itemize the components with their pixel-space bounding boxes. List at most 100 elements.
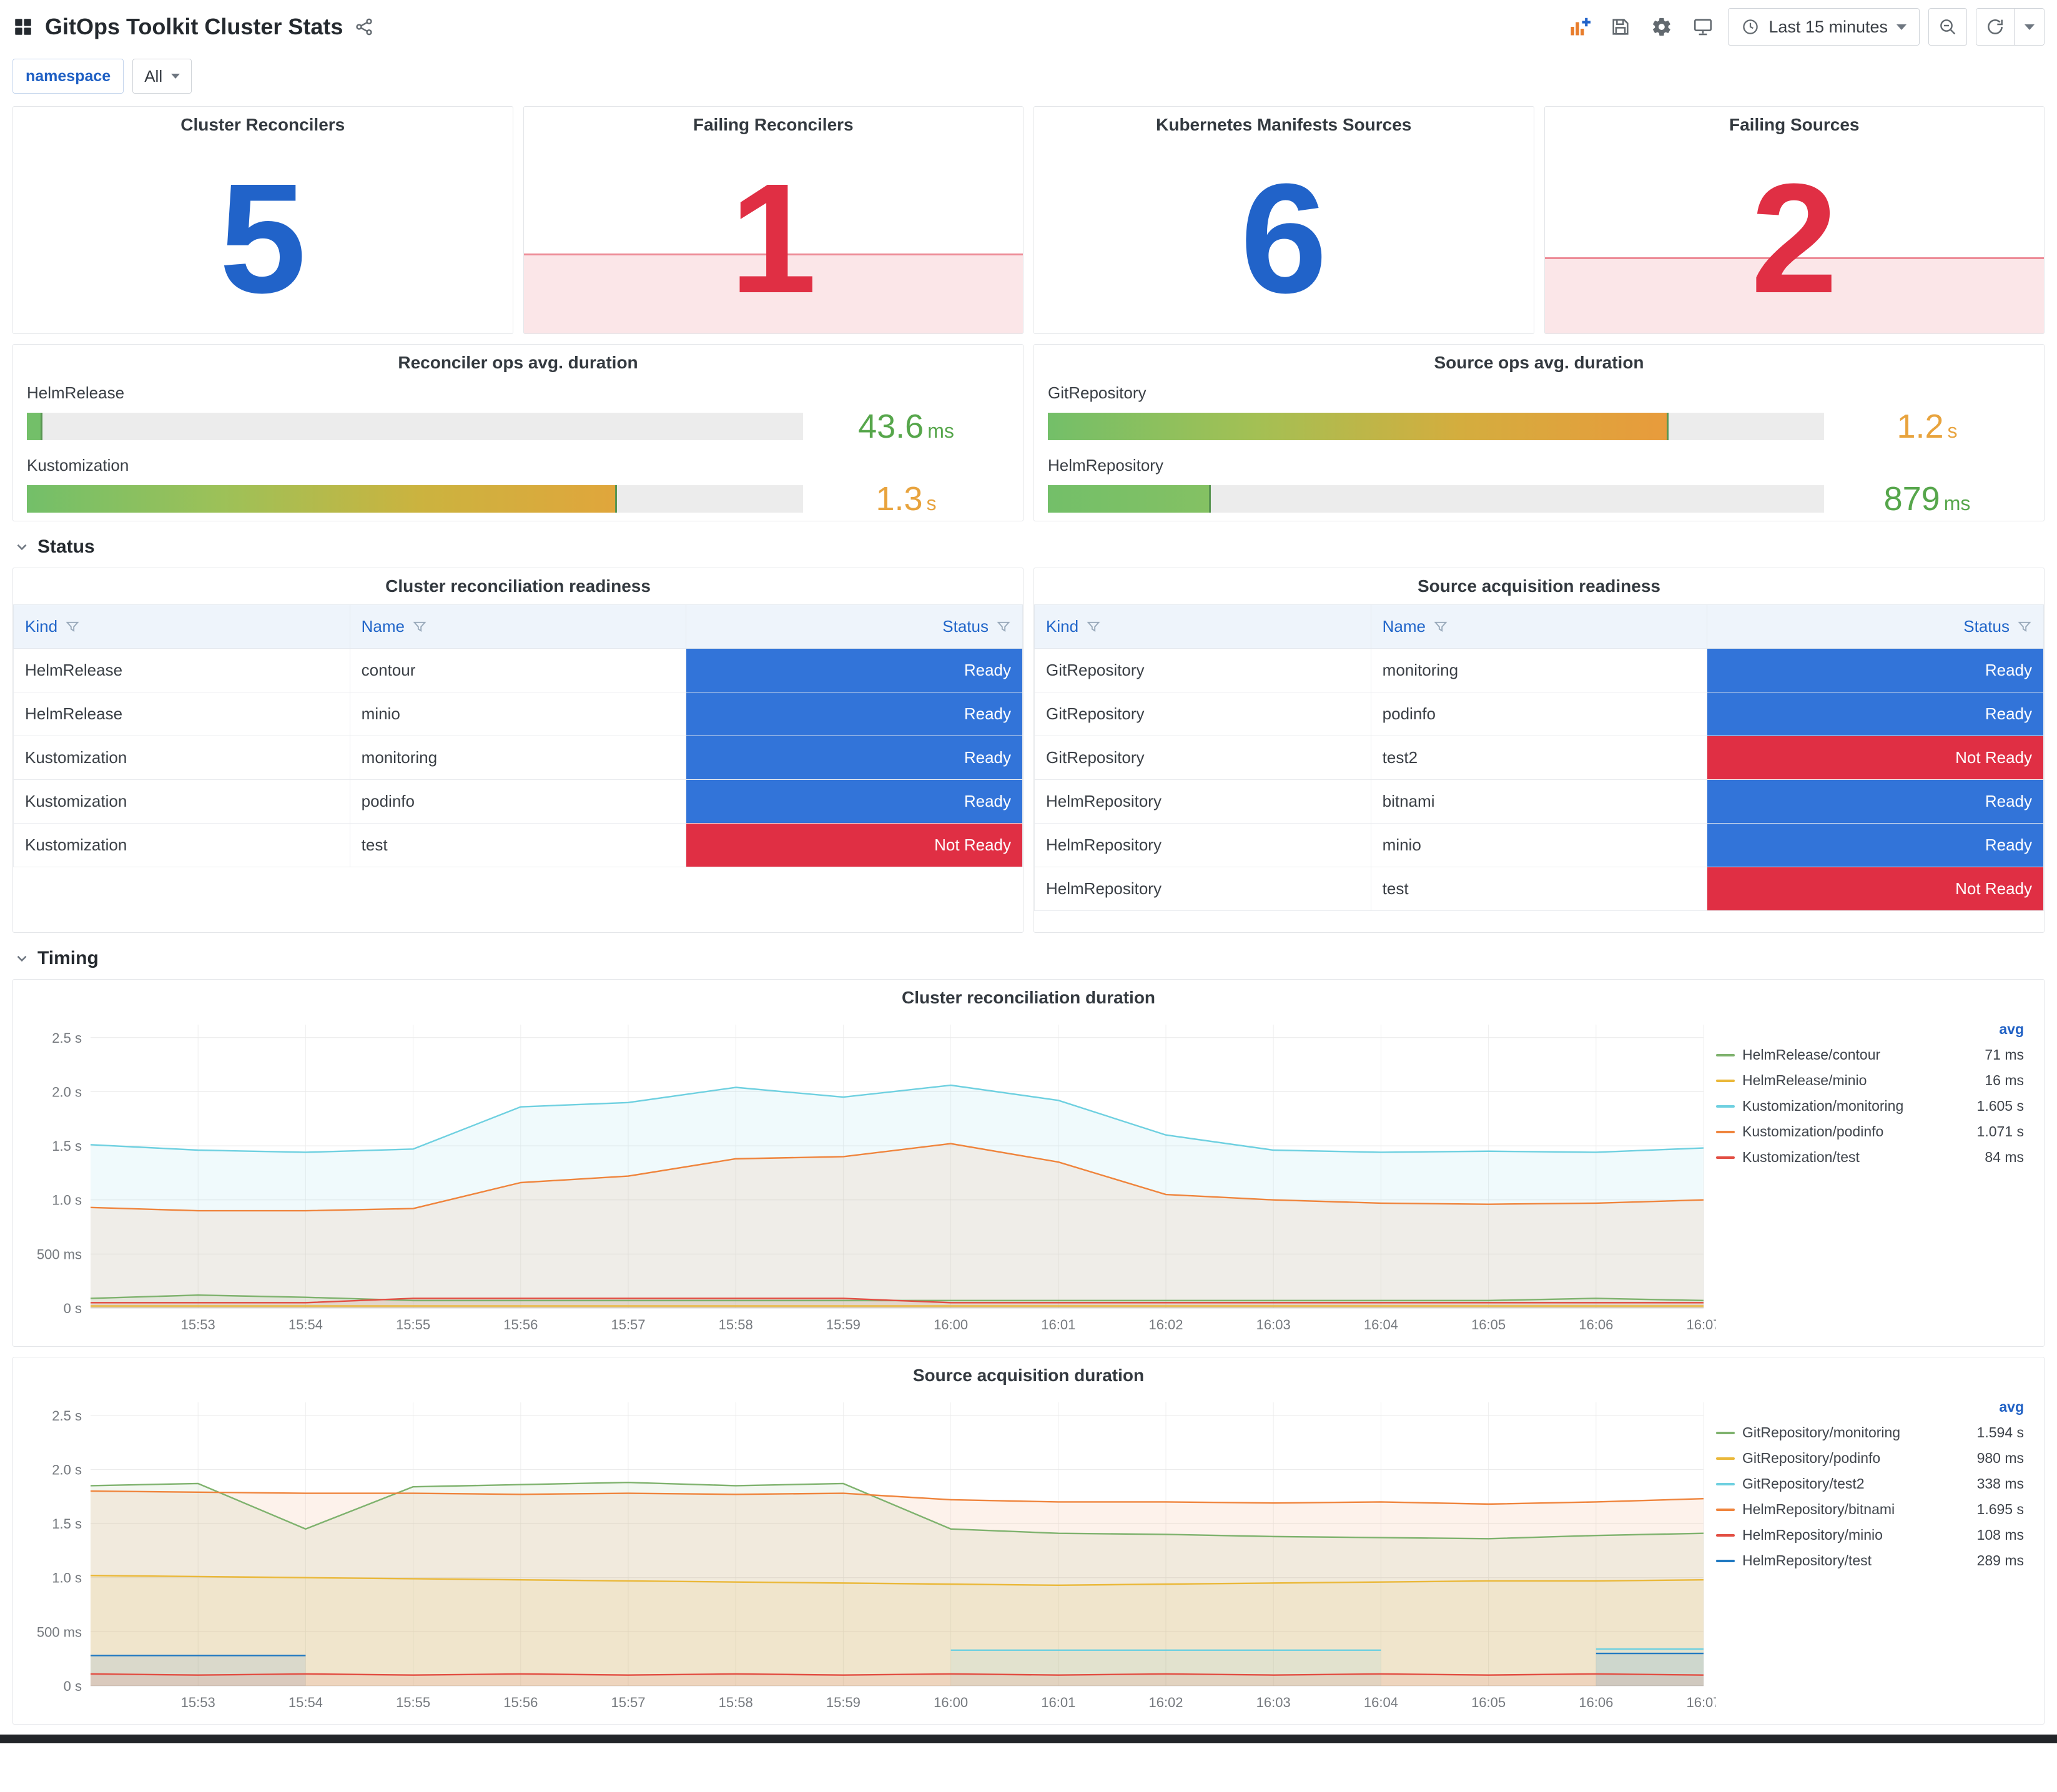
- status-badge: Ready: [1707, 824, 2043, 867]
- gauge-row: HelmRelease 43.6 ms: [27, 383, 1009, 446]
- table-row: Kustomization monitoring Ready: [13, 736, 1023, 780]
- chevron-down-icon: [171, 74, 180, 79]
- stat-panel: Failing Reconcilers 1: [523, 106, 1024, 334]
- stat-body: 5: [13, 143, 513, 333]
- panel-title[interactable]: Cluster Reconcilers: [13, 107, 513, 143]
- status-badge: Ready: [686, 692, 1022, 736]
- time-range-picker[interactable]: Last 15 minutes: [1728, 8, 1920, 46]
- legend-avg-header: avg: [1999, 1399, 2024, 1415]
- variable-value: All: [144, 66, 163, 86]
- svg-text:16:05: 16:05: [1471, 1695, 1506, 1710]
- panel-title[interactable]: Cluster reconciliation readiness: [13, 568, 1023, 604]
- legend-item[interactable]: HelmRelease/minio 16 ms: [1716, 1072, 2024, 1089]
- stat-body: 2: [1544, 143, 2044, 333]
- gauge-fill: [27, 413, 42, 440]
- filter-icon[interactable]: [2017, 619, 2032, 634]
- cell-kind: GitRepository: [1034, 648, 1371, 692]
- gauge-value-number: 43.6: [858, 408, 924, 445]
- refresh-button[interactable]: [1976, 9, 2014, 45]
- legend-item[interactable]: GitRepository/test2 338 ms: [1716, 1475, 2024, 1492]
- section-toggle-timing[interactable]: Timing: [12, 943, 2045, 979]
- legend-item[interactable]: GitRepository/podinfo 980 ms: [1716, 1450, 2024, 1467]
- legend-series-color: [1716, 1130, 1735, 1133]
- panel-title[interactable]: Kubernetes Manifests Sources: [1034, 107, 1534, 143]
- gauge-track: [1048, 413, 1824, 440]
- variable-label-namespace[interactable]: namespace: [12, 59, 124, 94]
- legend-item[interactable]: Kustomization/test 84 ms: [1716, 1149, 2024, 1166]
- svg-text:0 s: 0 s: [64, 1678, 82, 1694]
- cell-name: minio: [1370, 823, 1708, 867]
- cell-name: contour: [349, 648, 687, 692]
- svg-text:16:06: 16:06: [1579, 1695, 1613, 1710]
- column-header-name[interactable]: Name: [1370, 604, 1708, 649]
- filter-icon[interactable]: [1086, 619, 1101, 634]
- chevron-down-icon: [17, 955, 27, 962]
- readiness-table: Kind Name Status HelmRelease contour Ready Hel…: [13, 604, 1023, 867]
- zoom-out-icon: [1940, 19, 1956, 35]
- column-header-status[interactable]: Status: [1707, 604, 2044, 649]
- filter-icon[interactable]: [996, 619, 1011, 634]
- variable-value-dropdown[interactable]: All: [132, 59, 192, 94]
- gauge-value-unit: s: [1947, 420, 1958, 442]
- table-row: GitRepository monitoring Ready: [1034, 648, 2044, 692]
- readiness-table-panel: Source acquisition readiness Kind Name Stat…: [1033, 568, 2045, 933]
- add-panel-button[interactable]: [1563, 11, 1596, 43]
- cell-name: test: [349, 823, 687, 867]
- gauge-row: Kustomization 1.3 s: [27, 456, 1009, 518]
- table-row: GitRepository podinfo Ready: [1034, 692, 2044, 736]
- panel-title[interactable]: Source ops avg. duration: [1034, 345, 2044, 381]
- svg-text:16:02: 16:02: [1148, 1317, 1183, 1332]
- legend-item[interactable]: Kustomization/podinfo 1.071 s: [1716, 1123, 2024, 1140]
- svg-text:15:54: 15:54: [289, 1317, 323, 1332]
- bar-gauge-panel: Reconciler ops avg. duration HelmRelease 4…: [12, 344, 1024, 521]
- section-toggle-status[interactable]: Status: [12, 531, 2045, 568]
- stat-value: 5: [219, 150, 307, 325]
- gauge-row: GitRepository 1.2 s: [1048, 383, 2030, 446]
- time-series-plot[interactable]: 15:53 15:54 15:55 15:56 15:57 15:58 15:59 16:00…: [21, 1016, 1716, 1338]
- column-header-name[interactable]: Name: [349, 604, 687, 649]
- cell-status: Ready: [686, 779, 1023, 824]
- bar-gauge-panel: Source ops avg. duration GitRepository 1.2…: [1033, 344, 2045, 521]
- filter-icon[interactable]: [1433, 619, 1448, 634]
- legend-item[interactable]: HelmRepository/minio 108 ms: [1716, 1527, 2024, 1543]
- panel-title[interactable]: Source acquisition duration: [13, 1357, 2044, 1394]
- dashboard-settings-button[interactable]: [1645, 11, 1678, 43]
- status-badge: Ready: [686, 780, 1022, 823]
- panel-title[interactable]: Reconciler ops avg. duration: [13, 345, 1023, 381]
- gauge-value-number: 1.2: [1897, 408, 1944, 445]
- panel-title[interactable]: Cluster reconciliation duration: [13, 980, 2044, 1016]
- legend-series-avg: 108 ms: [1976, 1527, 2024, 1543]
- zoom-out-button[interactable]: [1928, 8, 1967, 46]
- legend-item[interactable]: HelmRepository/bitnami 1.695 s: [1716, 1501, 2024, 1518]
- svg-text:16:04: 16:04: [1364, 1317, 1398, 1332]
- svg-text:15:58: 15:58: [719, 1317, 753, 1332]
- dashboard-header: GitOps Toolkit Cluster Stats Last 15 min…: [12, 0, 2045, 54]
- refresh-interval-dropdown[interactable]: [2014, 9, 2044, 45]
- gauge-fill: [1048, 485, 1211, 513]
- gauge-rows: HelmRelease 43.6 ms Kustomization 1.3 s: [13, 381, 1023, 518]
- panel-title[interactable]: Failing Reconcilers: [524, 107, 1024, 143]
- dashboard-grid-icon[interactable]: [12, 16, 34, 37]
- stat-panel: Cluster Reconcilers 5: [12, 106, 513, 334]
- filter-icon[interactable]: [65, 619, 80, 634]
- svg-text:16:07: 16:07: [1686, 1695, 1716, 1710]
- column-header-label: Status: [942, 617, 989, 636]
- svg-text:15:55: 15:55: [396, 1317, 430, 1332]
- column-header-kind[interactable]: Kind: [1034, 604, 1371, 649]
- column-header-kind[interactable]: Kind: [13, 604, 350, 649]
- svg-text:15:58: 15:58: [719, 1695, 753, 1710]
- cycle-view-mode-button[interactable]: [1687, 11, 1719, 43]
- time-range-label: Last 15 minutes: [1768, 17, 1888, 36]
- gauge-fill: [1048, 413, 1669, 440]
- legend-item[interactable]: HelmRelease/contour 71 ms: [1716, 1046, 2024, 1063]
- save-dashboard-button[interactable]: [1604, 11, 1637, 43]
- filter-icon[interactable]: [412, 619, 427, 634]
- share-icon[interactable]: [354, 17, 374, 37]
- legend-item[interactable]: Kustomization/monitoring 1.605 s: [1716, 1098, 2024, 1115]
- time-series-plot[interactable]: 15:53 15:54 15:55 15:56 15:57 15:58 15:59 16:00…: [21, 1394, 1716, 1716]
- legend-item[interactable]: HelmRepository/test 289 ms: [1716, 1552, 2024, 1569]
- column-header-status[interactable]: Status: [686, 604, 1023, 649]
- panel-title[interactable]: Failing Sources: [1545, 107, 2045, 143]
- panel-title[interactable]: Source acquisition readiness: [1034, 568, 2044, 604]
- legend-item[interactable]: GitRepository/monitoring 1.594 s: [1716, 1424, 2024, 1441]
